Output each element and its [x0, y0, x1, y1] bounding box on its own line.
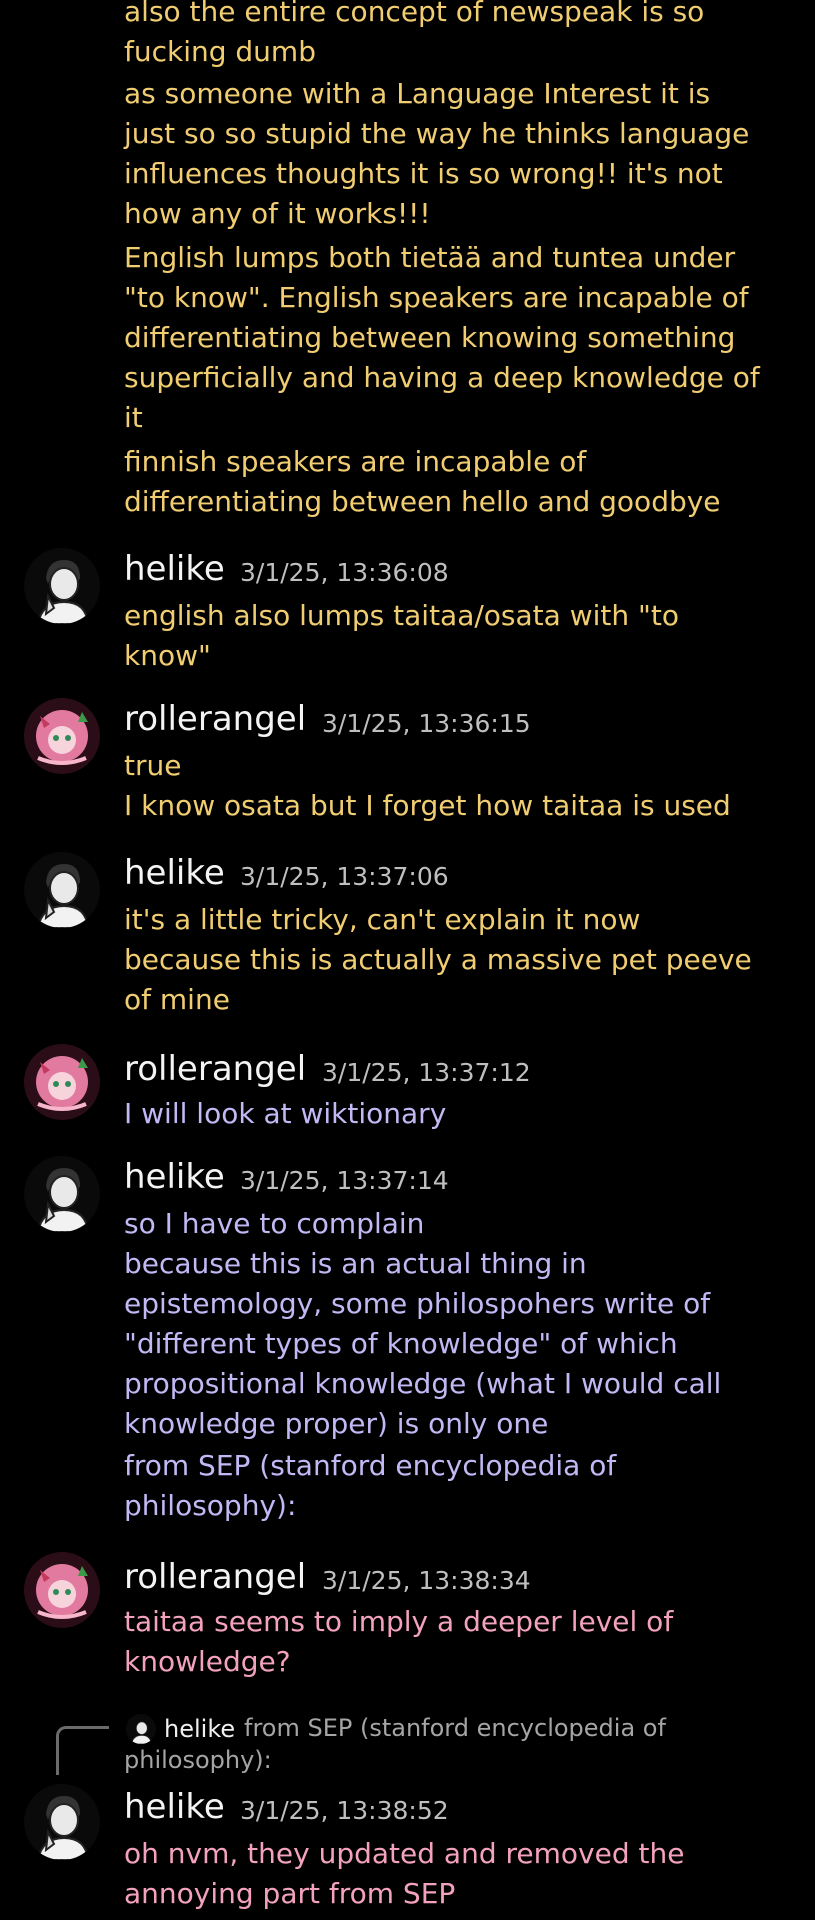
message-line: philosophy): [124, 1489, 297, 1522]
avatar-rollerangel[interactable] [24, 1552, 100, 1628]
message-line: influences thoughts it is so wrong!! it'… [124, 157, 723, 190]
message-line: superficially and having a deep knowledg… [124, 361, 760, 394]
message-line: knowledge proper) is only one [124, 1407, 549, 1440]
author-name[interactable]: rollerangel [124, 1048, 306, 1090]
message-line: differentiating between knowing somethin… [124, 321, 736, 354]
avatar-helike[interactable] [24, 1784, 100, 1860]
author-name[interactable]: helike [124, 548, 225, 590]
reply-connector [56, 1726, 109, 1775]
author-name[interactable]: helike [124, 1786, 225, 1828]
timestamp: 3/1/25, 13:37:06 [240, 862, 449, 891]
message-line: "to know". English speakers are incapabl… [124, 281, 749, 314]
avatar-helike[interactable] [24, 852, 100, 928]
message-line: "different types of knowledge" of which [124, 1327, 678, 1360]
message-line: knowledge? [124, 1645, 291, 1678]
timestamp: 3/1/25, 13:36:15 [322, 709, 531, 738]
avatar-helike[interactable] [24, 548, 100, 624]
message-line: I know osata but I forget how taitaa is … [124, 789, 731, 822]
message-line: because this is an actual thing in [124, 1247, 587, 1280]
reply-text: philosophy): [124, 1746, 272, 1774]
avatar-helike[interactable] [24, 1156, 100, 1232]
message-line: English lumps both tietää and tuntea und… [124, 241, 736, 274]
reply-text: from SEP (stanford encyclopedia of [244, 1714, 666, 1742]
message-line: true [124, 749, 182, 782]
author-name[interactable]: helike [124, 852, 225, 894]
timestamp: 3/1/25, 13:38:52 [240, 1796, 449, 1825]
message-line: because this is actually a massive pet p… [124, 943, 752, 976]
message-line: how any of it works!!! [124, 197, 431, 230]
author-name[interactable]: rollerangel [124, 698, 306, 740]
message-line: I will look at wiktionary [124, 1097, 447, 1130]
message-line: from SEP (stanford encyclopedia of [124, 1449, 617, 1482]
timestamp: 3/1/25, 13:37:14 [240, 1166, 449, 1195]
message-line: annoying part from SEP [124, 1877, 456, 1910]
message-line: english also lumps taitaa/osata with "to [124, 599, 680, 632]
message-line: it [124, 401, 143, 434]
message-line: as someone with a Language Interest it i… [124, 77, 711, 110]
avatar-rollerangel[interactable] [24, 698, 100, 774]
avatar-rollerangel[interactable] [24, 1044, 100, 1120]
message-line: propositional knowledge (what I would ca… [124, 1367, 722, 1400]
message-line: oh nvm, they updated and removed the [124, 1837, 685, 1870]
author-name[interactable]: helike [124, 1156, 225, 1198]
message-line: also the entire concept of newspeak is s… [124, 0, 705, 28]
message-line: fucking dumb [124, 35, 316, 68]
message-line: of mine [124, 983, 230, 1016]
message-line: taitaa seems to imply a deeper level of [124, 1605, 674, 1638]
chat-log: also the entire concept of newspeak is s… [0, 0, 815, 1920]
message-line: differentiating between hello and goodby… [124, 485, 721, 518]
reply-avatar-helike [126, 1714, 156, 1744]
timestamp: 3/1/25, 13:36:08 [240, 558, 449, 587]
message-line: so I have to complain [124, 1207, 425, 1240]
message-line: finnish speakers are incapable of [124, 445, 587, 478]
message-line: it's a little tricky, can't explain it n… [124, 903, 641, 936]
message-line: just so so stupid the way he thinks lang… [124, 117, 750, 150]
timestamp: 3/1/25, 13:37:12 [322, 1058, 531, 1087]
message-line: know" [124, 639, 211, 672]
author-name[interactable]: rollerangel [124, 1556, 306, 1598]
reply-author: helike [164, 1715, 236, 1743]
message-line: epistemology, some philospohers write of [124, 1287, 711, 1320]
timestamp: 3/1/25, 13:38:34 [322, 1566, 531, 1595]
